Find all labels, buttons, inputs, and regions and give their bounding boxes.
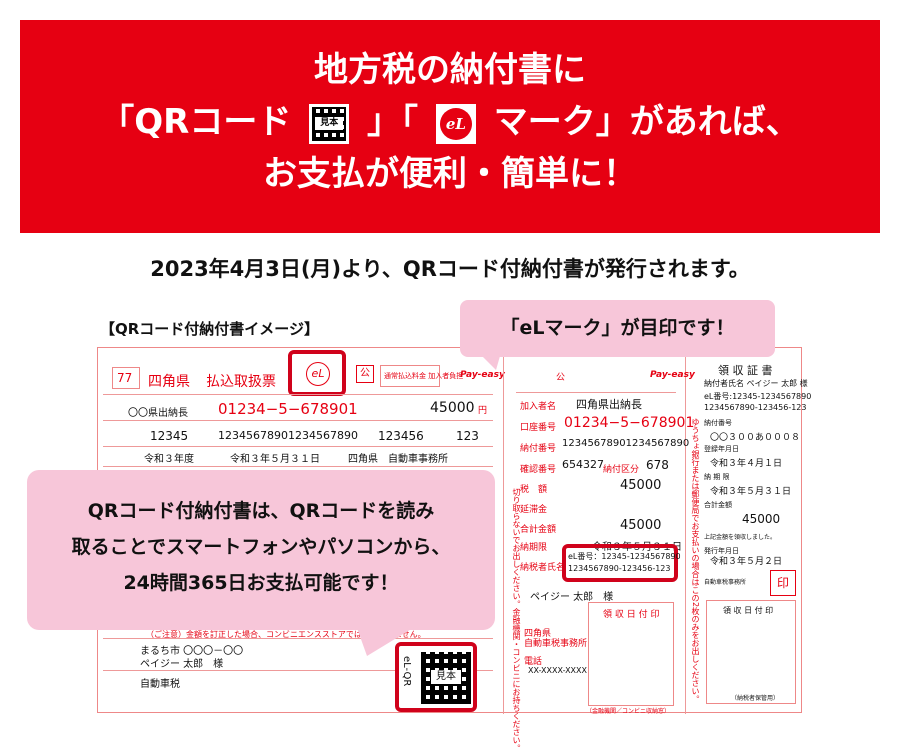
receipt-issue-date: 令和３年５月２日 (710, 557, 783, 567)
mid-receipt-box: 領 収 日 付 印 (588, 602, 674, 706)
receipt-el-number-2: 1234567890-123456-123 (704, 403, 807, 412)
receipt-vertical-note: ゆうちょ銀行または郵便局でお支払いの場合はこの2枚のみをお出しください。 (691, 418, 700, 704)
ko-stamp: 公 (356, 365, 374, 383)
form-kaikei-nendo: 令和３年度 (144, 454, 194, 465)
el-mark-callout: 「eLマーク」が目印です！ (460, 300, 775, 370)
stamp-label-box: 通常払込料金 加入者負担 (380, 365, 463, 387)
mid-nofu-number: 12345678901234567890 (562, 438, 690, 449)
el-qr-highlight: eL-QR 見本 (395, 642, 477, 712)
receipt-payer: 納付者氏名 ペイジー 太郎 様 (704, 379, 808, 388)
el-number-highlight (562, 544, 678, 582)
form-nofu-number: 12345678901234567890 (218, 429, 358, 442)
form-kakunin: 123456 (378, 429, 424, 443)
headline-mark-text: マーク」があれば、 (493, 102, 800, 142)
mid-el-number-2: 1234567890-123456-123 (568, 564, 671, 573)
form-el-mark-icon: eL (306, 362, 330, 386)
qr-info-callout: QRコード付納付書は、QRコードを読み 取ることでスマートフォンやパソコンから、… (27, 470, 495, 656)
form-nofu-kubun: 123 (456, 429, 479, 443)
mid-kakunin: 654327 (562, 458, 604, 471)
form-code-box: 77 (112, 367, 140, 389)
payeasy-logo: Pay-easy (460, 370, 505, 380)
receipt-title: 領 収 証 書 (718, 364, 773, 377)
headline-banner: 地方税の納付書に 「QRコード 見本 」「 eL マーク」があれば、 お支払が便… (20, 20, 880, 233)
image-label: 【QRコード付納付書イメージ】 (100, 320, 320, 338)
qr-code-icon: 見本 (309, 103, 350, 144)
el-qr-label: eL-QR (401, 656, 412, 687)
mid-kubun: 678 (646, 458, 669, 472)
receipt-total: 45000 (742, 512, 781, 526)
form-kigen: 令和３年５月３１日 (230, 454, 320, 465)
form-shuno-code: 12345 (150, 429, 189, 443)
headline-line-3: お支払が便利・簡単に！ (263, 154, 637, 194)
headline-qr-text: 「QRコード (100, 102, 292, 142)
el-mark-icon: eL (435, 103, 476, 144)
callout-line-3: 24時間365日お支払可能です！ (123, 572, 399, 594)
receipt-el-number-1: eL番号:12345-1234567890 (704, 392, 812, 401)
form-title: 払込取扱票 (206, 374, 276, 390)
receipt-registered: 令和３年４月１日 (710, 459, 783, 469)
receipt-kigen: 令和３年５月３１日 (710, 487, 792, 497)
receipt-seal: 印 (770, 570, 796, 596)
mid-zeigaku: 45000 (620, 478, 662, 493)
mid-kanyu-name: 四角県出納長 (576, 398, 642, 411)
form-amount: 45000 (430, 400, 475, 416)
headline-separator: 」「 (367, 102, 419, 142)
form-account-number: 01234−5−678901 (218, 400, 358, 418)
mid-total: 45000 (620, 518, 662, 533)
form-office: 四角県 自動車事務所 (348, 454, 448, 465)
form-tax-type: 自動車税 (140, 679, 180, 690)
mid-phone: XX-XXXX-XXXX (528, 666, 587, 675)
callout-line-1: QRコード付納付書は、QRコードを読み (87, 500, 435, 522)
form-prefecture: 四角県 (148, 374, 190, 390)
mid-account-number: 01234−5−678901 (564, 415, 695, 431)
date-notice: 2023年4月3日(月)より、QRコード付納付書が発行されます。 (150, 257, 750, 281)
form-payer: ペイジー 太郎 様 (140, 659, 224, 670)
callout-line-2: 取ることでスマートフォンやパソコンから、 (71, 536, 451, 558)
receipt-nofu-number: 〇〇３００あ０００８ (710, 433, 801, 443)
mid-vertical-note: 切り取らないでお出しください。金融機関・コンビニにお持ちください。 (512, 488, 521, 752)
mid-payer: ペイジー 太郎 様 (530, 592, 614, 603)
mid-el-number-1: eL番号：12345-1234567890 (568, 552, 681, 561)
qr-code-sample-icon: 見本 (421, 652, 471, 704)
receipt-date-box: 領 収 日 付 印 （納税者保管用） (706, 600, 796, 704)
headline-line-1: 地方税の納付書に (314, 50, 586, 90)
form-kanyu-name: 〇〇県出納長 (128, 408, 188, 419)
headline-line-2: 「QRコード 見本 」「 eL マーク」があれば、 (20, 96, 880, 148)
